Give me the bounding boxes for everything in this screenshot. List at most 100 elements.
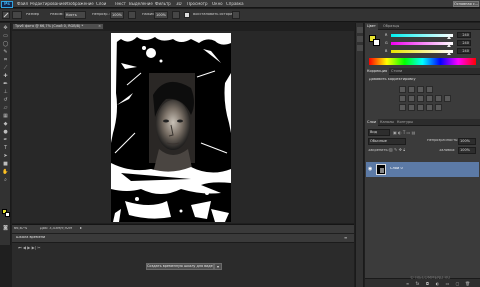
tab-paths[interactable]: Контуры — [395, 119, 415, 126]
layer-row[interactable]: ◉ Слой 0 — [366, 162, 479, 177]
blue-slider[interactable]: B 240 — [385, 48, 475, 55]
menu-3d[interactable]: 3D — [176, 2, 182, 6]
tab-styles[interactable]: Стили — [389, 68, 404, 75]
blend-mode-select[interactable]: Обычные — [368, 138, 406, 145]
color-background-swatch[interactable] — [373, 39, 380, 46]
history-panel-icon[interactable] — [357, 27, 363, 33]
flow-field[interactable]: 100% — [154, 11, 168, 19]
lock-icons[interactable]: ▨ ✎ ✥ 🔒︎ — [389, 148, 405, 152]
hue-saturation-icon[interactable] — [408, 95, 415, 102]
vibrance-icon[interactable] — [399, 95, 406, 102]
shape-tool-icon[interactable]: ■ — [2, 161, 9, 167]
layer-name[interactable]: Слой 0 — [390, 167, 403, 171]
status-arrow-icon[interactable]: ▸ — [80, 226, 82, 230]
blue-value[interactable]: 240 — [457, 48, 471, 54]
green-slider[interactable]: G 240 — [385, 40, 475, 47]
pressure-opacity-icon[interactable] — [128, 11, 136, 19]
menu-edit[interactable]: Редактирование — [30, 2, 65, 6]
brush-preset-icon[interactable] — [2, 11, 10, 19]
fill-field[interactable]: 100% — [458, 147, 476, 154]
brush-size-picker[interactable] — [12, 11, 22, 19]
photo-filter-icon[interactable] — [435, 95, 442, 102]
green-track[interactable] — [391, 42, 453, 45]
panel-menu-icon[interactable]: ≡ — [344, 236, 347, 240]
menu-view[interactable]: Просмотр — [187, 2, 208, 6]
tab-layers[interactable]: Слои — [365, 119, 379, 126]
menu-help[interactable]: Справка — [226, 2, 244, 6]
properties-panel-icon[interactable] — [357, 36, 363, 42]
tab-color[interactable]: Цвет — [365, 23, 378, 30]
threshold-icon[interactable] — [417, 104, 424, 111]
blue-track[interactable] — [391, 50, 453, 53]
history-brush-icon[interactable]: ↺ — [2, 97, 9, 103]
selective-color-icon[interactable] — [435, 104, 442, 111]
gradient-map-icon[interactable] — [426, 104, 433, 111]
menu-file[interactable]: Файл — [17, 2, 28, 6]
channel-mixer-icon[interactable] — [444, 95, 451, 102]
crop-tool-icon[interactable]: ⌗ — [2, 57, 9, 63]
quick-mask-icon[interactable]: ◙ — [2, 225, 9, 231]
healing-brush-icon[interactable]: ✚ — [2, 73, 9, 79]
adjustment-layer-icon[interactable]: ◐ — [435, 281, 440, 286]
tab-swatches[interactable]: Образцы — [381, 23, 401, 30]
mode-select[interactable]: Кисть — [64, 11, 86, 19]
move-tool-icon[interactable]: ✥ — [2, 25, 9, 31]
clone-stamp-icon[interactable]: ⊥ — [2, 89, 9, 95]
red-track[interactable] — [391, 34, 453, 37]
timeline-title[interactable]: Шкала времени — [16, 236, 45, 240]
color-balance-icon[interactable] — [417, 95, 424, 102]
menu-text[interactable]: Текст — [114, 2, 126, 6]
menu-window[interactable]: Окно — [212, 2, 223, 6]
blur-tool-icon[interactable]: ◆ — [2, 121, 9, 127]
layer-filter-select[interactable]: Вид — [368, 129, 390, 136]
new-layer-icon[interactable]: ▢ — [455, 281, 460, 286]
invert-icon[interactable] — [399, 104, 406, 111]
posterize-icon[interactable] — [408, 104, 415, 111]
black-white-icon[interactable] — [426, 95, 433, 102]
timeline-dropdown-icon[interactable]: ▾ — [214, 263, 222, 270]
add-mask-icon[interactable]: ◘ — [425, 281, 430, 286]
quick-select-icon[interactable]: ✎ — [2, 49, 9, 55]
document-tab[interactable]: Tpv6 фото @ 66,7% (Слой 0, RGB/8) * × — [12, 23, 104, 30]
history-checkbox[interactable] — [184, 12, 190, 18]
link-layers-icon[interactable]: ∞ — [405, 281, 410, 286]
marquee-tool-icon[interactable]: ▭ — [2, 33, 9, 39]
levels-icon[interactable] — [408, 86, 415, 93]
lasso-tool-icon[interactable]: ◯ — [2, 41, 9, 47]
gradient-tool-icon[interactable]: ▦ — [2, 113, 9, 119]
create-video-timeline-button[interactable]: Создать временную шкалу для видео — [146, 263, 214, 270]
dodge-tool-icon[interactable]: ● — [2, 129, 9, 135]
zoom-tool-icon[interactable]: ⌕ — [2, 177, 9, 183]
menu-select[interactable]: Выделение — [129, 2, 153, 6]
green-thumb[interactable] — [447, 44, 452, 47]
workspace-button[interactable]: Основная с... — [453, 1, 479, 7]
close-tab-icon[interactable]: × — [98, 24, 101, 29]
eraser-tool-icon[interactable]: ▱ — [2, 105, 9, 111]
curves-icon[interactable] — [417, 86, 424, 93]
airbrush-icon[interactable] — [172, 11, 180, 19]
layer-filter-icons[interactable]: ▣ ◐ T ▭ ▤ — [393, 130, 453, 135]
layer-opacity-field[interactable]: 100% — [458, 138, 476, 145]
tab-adjustments[interactable]: Коррекция — [365, 68, 390, 75]
new-group-icon[interactable]: ▭ — [445, 281, 450, 286]
red-thumb[interactable] — [447, 36, 452, 39]
tab-channels[interactable]: Каналы — [378, 119, 396, 126]
blue-thumb[interactable] — [447, 52, 452, 55]
play-controls-icon[interactable]: ⏮ ◀ ▶ ▶| ✂ — [18, 246, 41, 250]
menu-image[interactable]: Изображение — [65, 2, 94, 6]
info-panel-icon[interactable] — [357, 45, 363, 51]
exposure-icon[interactable] — [426, 86, 433, 93]
brush-tool-icon[interactable]: ✏ — [2, 81, 9, 87]
layer-style-icon[interactable]: fx — [415, 281, 420, 286]
eyedropper-icon[interactable]: ⟋ — [2, 65, 9, 71]
opacity-field[interactable]: 100% — [110, 11, 124, 19]
path-select-icon[interactable]: ➤ — [2, 153, 9, 159]
red-slider[interactable]: R 240 — [385, 32, 475, 39]
color-spectrum[interactable] — [369, 58, 476, 65]
brightness-icon[interactable] — [399, 86, 406, 93]
background-color-swatch[interactable] — [5, 212, 10, 217]
pressure-size-icon[interactable] — [232, 11, 240, 19]
red-value[interactable]: 240 — [457, 32, 471, 38]
menu-layers[interactable]: Слои — [96, 2, 106, 6]
pen-tool-icon[interactable]: ✒ — [2, 137, 9, 143]
